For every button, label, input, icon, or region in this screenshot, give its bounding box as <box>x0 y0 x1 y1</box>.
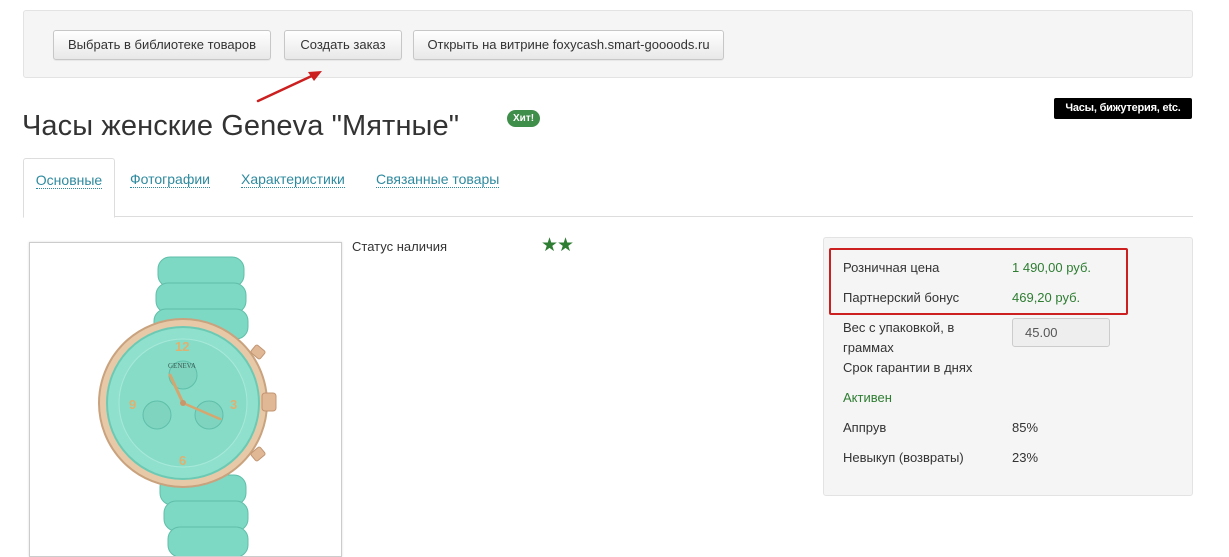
tab-main-label: Основные <box>35 172 103 189</box>
product-info-panel: Розничная цена 1 490,00 руб. Партнерский… <box>823 237 1193 496</box>
product-title: Часы женские Geneva "Мятные" <box>22 110 460 142</box>
approval-value: 85% <box>1012 420 1039 435</box>
tab-photos-label: Фотографии <box>130 171 211 188</box>
weight-label: Вес с упаковкой, в граммах <box>843 320 955 355</box>
category-tag[interactable]: Часы, бижутерия, etc. <box>1054 98 1192 119</box>
watch-numeral-12: 12 <box>175 339 189 354</box>
watch-numeral-3: 3 <box>230 397 237 412</box>
tab-bar: Основные Фотографии Характеристики Связа… <box>23 158 1193 218</box>
open-showcase-button[interactable]: Открыть на витрине foxycash.smart-gooood… <box>413 30 724 60</box>
watch-image: 12 3 6 9 GENEVA <box>98 256 277 556</box>
tab-related[interactable]: Связанные товары <box>376 158 500 217</box>
tab-main[interactable]: Основные <box>23 158 115 218</box>
availability-stars-icon: ★★ <box>541 235 574 256</box>
partner-bonus-value: 469,20 руб. <box>1012 290 1081 305</box>
watch-numeral-6: 6 <box>179 453 186 468</box>
tab-specs-label: Характеристики <box>241 171 345 188</box>
nonpurchase-value: 23% <box>1012 450 1039 465</box>
hit-badge: Хит! <box>507 110 541 127</box>
tab-specs[interactable]: Характеристики <box>241 158 345 217</box>
retail-price-label: Розничная цена <box>843 260 940 275</box>
retail-price-value: 1 490,00 руб. <box>1012 260 1092 275</box>
partner-bonus-label: Партнерский бонус <box>843 290 960 305</box>
approval-label: Аппрув <box>843 420 887 435</box>
warranty-label: Срок гарантии в днях <box>843 360 973 375</box>
nonpurchase-label: Невыкуп (возвраты) <box>843 450 964 465</box>
create-order-button[interactable]: Создать заказ <box>284 30 402 60</box>
watch-numeral-9: 9 <box>129 397 136 412</box>
active-status: Активен <box>843 390 892 405</box>
tab-photos[interactable]: Фотографии <box>130 158 211 217</box>
toolbar: Выбрать в библиотеке товаров Создать зак… <box>23 10 1193 78</box>
tab-related-label: Связанные товары <box>376 171 500 188</box>
watch-brand: GENEVA <box>168 362 196 370</box>
product-photo[interactable]: 12 3 6 9 GENEVA <box>29 242 342 557</box>
availability-status-label: Статус наличия <box>352 239 448 254</box>
annotation-arrow-icon <box>256 71 322 103</box>
weight-field[interactable]: 45.00 <box>1012 318 1110 347</box>
select-from-library-button[interactable]: Выбрать в библиотеке товаров <box>53 30 271 60</box>
